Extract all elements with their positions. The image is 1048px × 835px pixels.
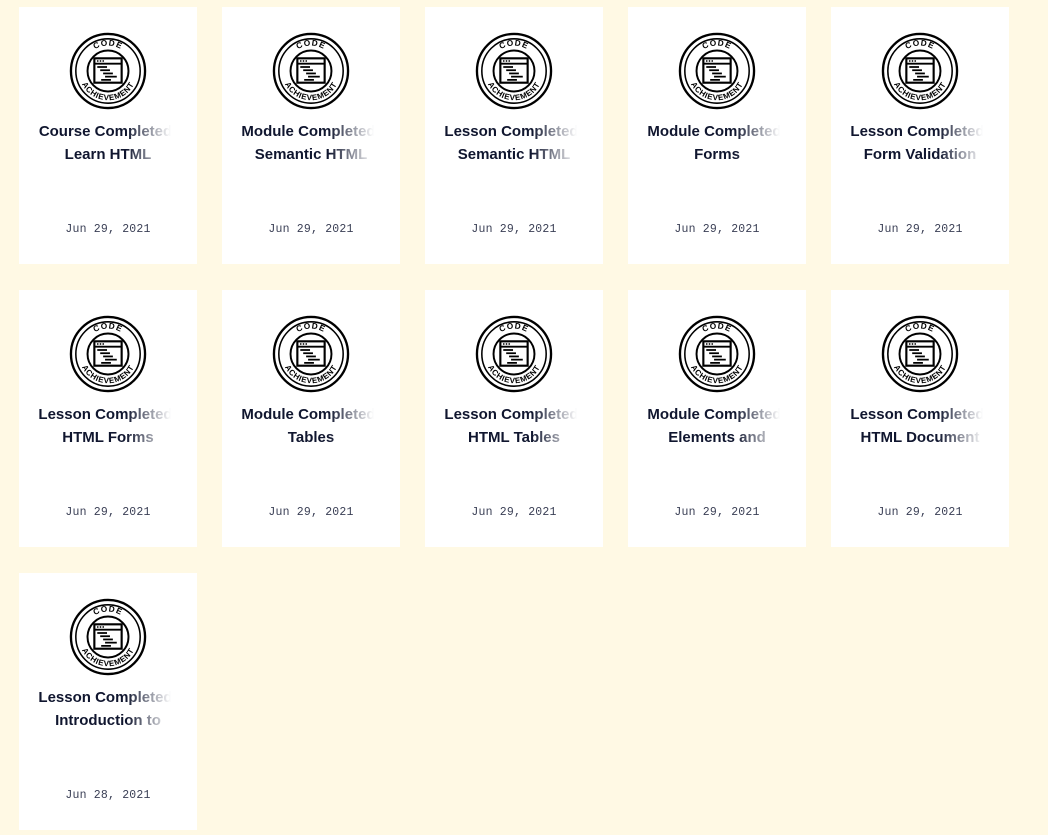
achievement-title: Lesson Completed: Semantic HTML — [444, 123, 584, 163]
achievement-card[interactable]: CODE ACHIEVEMENT Course Completed: Learn … — [19, 7, 197, 264]
achievement-date: Jun 28, 2021 — [65, 789, 151, 802]
achievement-date: Jun 29, 2021 — [674, 506, 760, 519]
code-achievement-badge-icon: CODE ACHIEVEMENT — [69, 315, 147, 393]
achievement-card[interactable]: CODE ACHIEVEMENT Module Completed: Semant… — [222, 7, 400, 264]
code-achievement-badge-icon: CODE ACHIEVEMENT — [881, 315, 959, 393]
achievement-card[interactable]: CODE ACHIEVEMENT Module Completed: Tables… — [222, 290, 400, 547]
achievement-card[interactable]: CODE ACHIEVEMENT Module Completed: Elemen… — [628, 290, 806, 547]
achievement-card[interactable]: CODE ACHIEVEMENT Lesson Completed: HTML F… — [19, 290, 197, 547]
code-achievement-badge-icon: CODE ACHIEVEMENT — [475, 315, 553, 393]
achievement-title: Course Completed: Learn HTML — [38, 123, 178, 163]
achievement-title: Lesson Completed: HTML Tables — [444, 406, 584, 446]
achievement-date: Jun 29, 2021 — [877, 506, 963, 519]
achievement-date: Jun 29, 2021 — [65, 506, 151, 519]
achievement-card[interactable]: CODE ACHIEVEMENT Lesson Completed: HTML T… — [425, 290, 603, 547]
achievement-date: Jun 29, 2021 — [674, 223, 760, 236]
achievement-title: Module Completed: Semantic HTML — [241, 123, 381, 163]
achievement-date: Jun 29, 2021 — [877, 223, 963, 236]
achievement-title: Module Completed: Tables — [241, 406, 381, 446]
achievement-date: Jun 29, 2021 — [65, 223, 151, 236]
code-achievement-badge-icon: CODE ACHIEVEMENT — [272, 32, 350, 110]
achievement-date: Jun 29, 2021 — [471, 506, 557, 519]
achievements-grid: CODE ACHIEVEMENT Course Completed: Learn … — [19, 7, 1009, 830]
achievement-date: Jun 29, 2021 — [268, 506, 354, 519]
code-achievement-badge-icon: CODE ACHIEVEMENT — [881, 32, 959, 110]
code-achievement-badge-icon: CODE ACHIEVEMENT — [69, 32, 147, 110]
achievement-date: Jun 29, 2021 — [268, 223, 354, 236]
achievement-card[interactable]: CODE ACHIEVEMENT Lesson Completed: Semant… — [425, 7, 603, 264]
achievement-card[interactable]: CODE ACHIEVEMENT Lesson Completed: HTML D… — [831, 290, 1009, 547]
achievement-title: Lesson Completed: Form Validation — [850, 123, 990, 163]
achievement-date: Jun 29, 2021 — [471, 223, 557, 236]
code-achievement-badge-icon: CODE ACHIEVEMENT — [678, 315, 756, 393]
achievement-title: Module Completed: Elements and — [647, 406, 787, 446]
code-achievement-badge-icon: CODE ACHIEVEMENT — [69, 598, 147, 676]
achievement-card[interactable]: CODE ACHIEVEMENT Lesson Completed: Introd… — [19, 573, 197, 830]
achievement-card[interactable]: CODE ACHIEVEMENT Lesson Completed: Form V… — [831, 7, 1009, 264]
code-achievement-badge-icon: CODE ACHIEVEMENT — [475, 32, 553, 110]
code-achievement-badge-icon: CODE ACHIEVEMENT — [272, 315, 350, 393]
achievement-title: Lesson Completed: HTML Document — [850, 406, 990, 446]
achievement-card[interactable]: CODE ACHIEVEMENT Module Completed: Forms … — [628, 7, 806, 264]
code-achievement-badge-icon: CODE ACHIEVEMENT — [678, 32, 756, 110]
achievement-title: Lesson Completed: HTML Forms — [38, 406, 178, 446]
achievement-title: Module Completed: Forms — [647, 123, 787, 163]
achievement-title: Lesson Completed: Introduction to — [38, 689, 178, 729]
